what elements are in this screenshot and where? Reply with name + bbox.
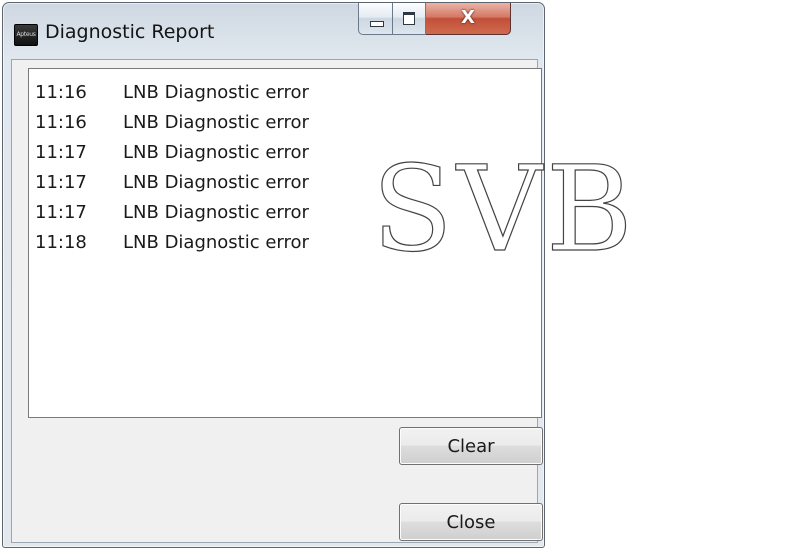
- log-entry-time: 11:16: [35, 112, 87, 133]
- screenshot: Apteus Diagnostic Report X 11:16 LNB Diag…: [0, 0, 785, 552]
- close-icon: X: [461, 7, 475, 28]
- client-area: 11:16 LNB Diagnostic error 11:16 LNB Diagno…: [11, 59, 543, 543]
- log-entry-time: 11:17: [35, 172, 87, 193]
- log-entry-time: 11:17: [35, 202, 87, 223]
- log-entry-message: LNB Diagnostic error: [123, 232, 309, 253]
- log-entry-time: 11:18: [35, 232, 87, 253]
- app-icon: Apteus: [14, 24, 38, 46]
- log-entry-message: LNB Diagnostic error: [123, 82, 309, 103]
- svb-watermark: SVB: [371, 160, 637, 260]
- close-window-button[interactable]: X: [426, 3, 511, 35]
- clear-button[interactable]: Clear: [399, 427, 543, 465]
- log-entry[interactable]: 11:16 LNB Diagnostic error: [35, 78, 541, 108]
- close-button[interactable]: Close: [399, 503, 543, 541]
- log-entry-message: LNB Diagnostic error: [123, 202, 309, 223]
- diagnostic-report-window: Apteus Diagnostic Report X 11:16 LNB Diag…: [2, 2, 545, 548]
- log-entry-message: LNB Diagnostic error: [123, 142, 309, 163]
- title-bar[interactable]: Apteus Diagnostic Report X: [3, 3, 544, 59]
- log-entry-time: 11:17: [35, 142, 87, 163]
- maximize-icon: [403, 12, 415, 25]
- caption-buttons: X: [358, 3, 511, 37]
- log-entry-time: 11:16: [35, 82, 87, 103]
- log-entry-message: LNB Diagnostic error: [123, 172, 309, 193]
- maximize-button[interactable]: [393, 3, 426, 35]
- watermark-text: SVB: [372, 160, 637, 260]
- minimize-button[interactable]: [358, 3, 393, 35]
- log-entry-message: LNB Diagnostic error: [123, 112, 309, 133]
- window-title: Diagnostic Report: [45, 21, 215, 43]
- minimize-icon: [370, 21, 384, 27]
- log-entry[interactable]: 11:16 LNB Diagnostic error: [35, 108, 541, 138]
